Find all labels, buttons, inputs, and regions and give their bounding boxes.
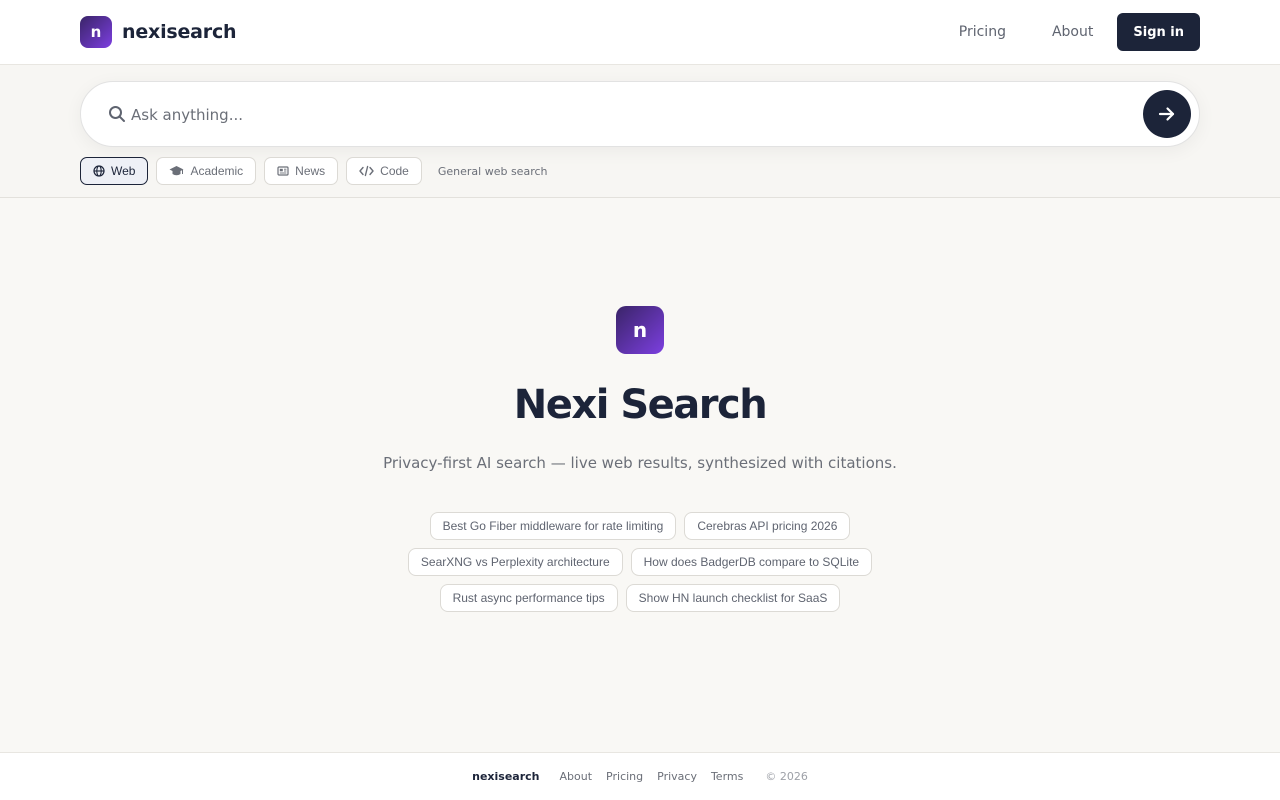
search-box [80, 81, 1200, 147]
globe-icon [93, 165, 105, 177]
nav-about-link[interactable]: About [1040, 13, 1105, 51]
mode-code-tab[interactable]: Code [346, 157, 422, 185]
submit-search-button[interactable] [1143, 90, 1191, 138]
graduation-cap-icon [169, 166, 184, 176]
footer-brand[interactable]: nexisearch [472, 770, 539, 783]
logo-icon: n [80, 16, 112, 48]
footer: nexisearch About Pricing Privacy Terms ©… [0, 752, 1280, 800]
mode-academic-tab[interactable]: Academic [156, 157, 257, 185]
mode-news-label: News [295, 164, 326, 178]
footer-pricing-link[interactable]: Pricing [606, 770, 643, 783]
sign-in-button[interactable]: Sign in [1117, 13, 1200, 51]
search-band: Web Academic News [0, 65, 1280, 198]
footer-terms-link[interactable]: Terms [711, 770, 743, 783]
mode-web-label: Web [111, 164, 136, 178]
hero-logo-icon: n [616, 306, 664, 354]
footer-about-link[interactable]: About [560, 770, 593, 783]
hero-subtitle: Privacy-first AI search — live web resul… [383, 454, 897, 472]
top-nav: Pricing About Sign in [947, 13, 1200, 51]
mode-news-tab[interactable]: News [264, 157, 339, 185]
suggestion-row: Best Go Fiber middleware for rate limiti… [0, 512, 1280, 540]
search-mode-tabs: Web Academic News Code General web searc… [80, 157, 548, 185]
top-header: n nexisearch Pricing About Sign in [0, 0, 1280, 65]
code-icon [359, 165, 374, 177]
suggestion-chip[interactable]: Show HN launch checklist for SaaS [625, 584, 841, 612]
brand[interactable]: n nexisearch [80, 16, 237, 48]
suggestion-chip[interactable]: Rust async performance tips [439, 584, 618, 612]
suggestion-row: Rust async performance tips Show HN laun… [0, 584, 1280, 612]
mode-description: General web search [437, 164, 548, 178]
suggestion-row: SearXNG vs Perplexity architecture How d… [0, 548, 1280, 576]
mode-web-tab[interactable]: Web [80, 157, 149, 185]
suggestion-chip[interactable]: Cerebras API pricing 2026 [684, 512, 851, 540]
suggestion-chip[interactable]: How does BadgerDB compare to SQLite [630, 548, 873, 576]
search-input[interactable] [131, 96, 1131, 134]
suggestion-chip[interactable]: Best Go Fiber middleware for rate limiti… [429, 512, 677, 540]
brand-name: nexisearch [122, 21, 237, 43]
mode-academic-label: Academic [190, 164, 244, 178]
arrow-right-icon [1158, 107, 1175, 121]
footer-copyright: © 2026 [765, 770, 808, 783]
hero-title: Nexi Search [513, 382, 768, 428]
newspaper-icon [277, 166, 289, 176]
nav-pricing-link[interactable]: Pricing [947, 13, 1018, 51]
suggestion-chip[interactable]: SearXNG vs Perplexity architecture [407, 548, 623, 576]
search-icon [109, 106, 125, 122]
footer-privacy-link[interactable]: Privacy [657, 770, 697, 783]
mode-code-label: Code [380, 164, 409, 178]
